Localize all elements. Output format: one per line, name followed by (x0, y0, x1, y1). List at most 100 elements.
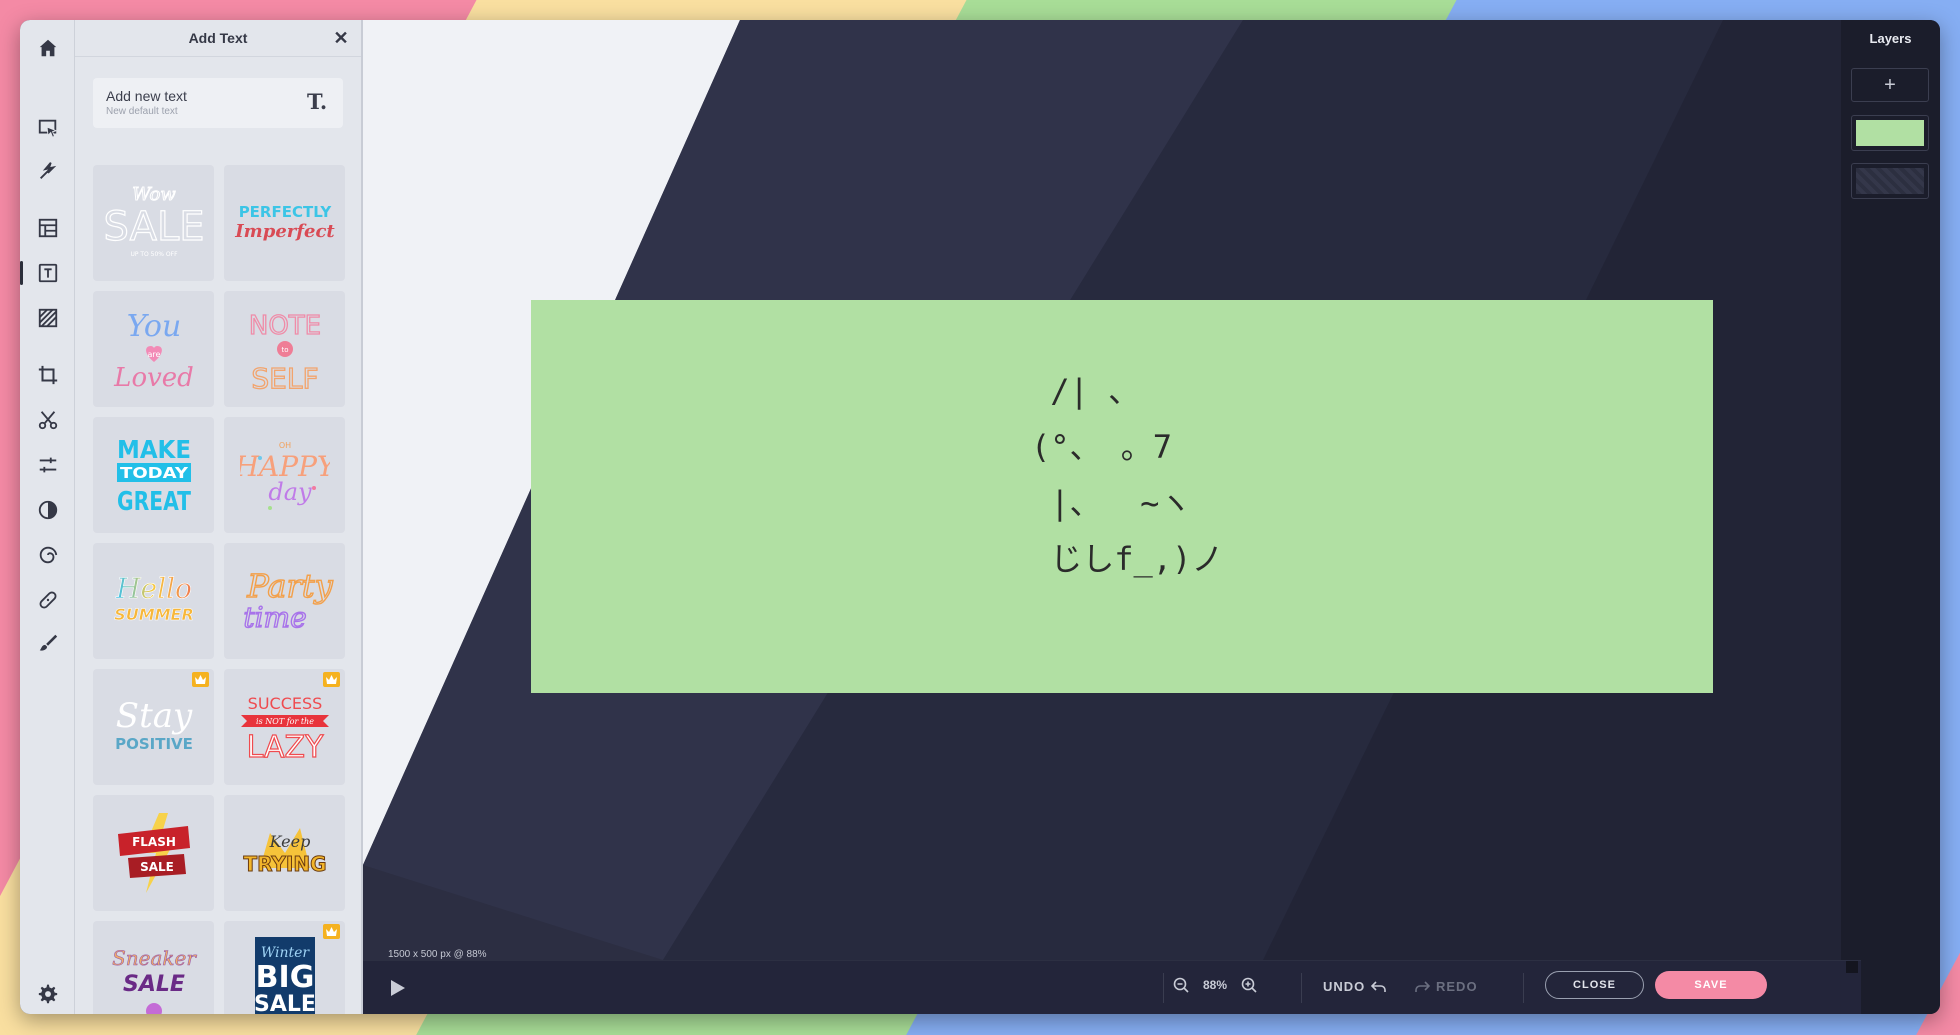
layers-panel: Layers + (1841, 20, 1940, 1014)
template-sneaker-sale[interactable]: Sneaker SALE (93, 921, 214, 1014)
crop-icon[interactable] (20, 355, 75, 395)
template-success-is-not-for-the-lazy[interactable]: SUCCESS is NOT for the LAZY (224, 669, 345, 785)
layers-title: Layers (1869, 31, 1912, 46)
premium-crown-icon (323, 924, 340, 939)
undo-button[interactable]: UNDO (1323, 979, 1387, 994)
svg-text:day: day (268, 478, 312, 506)
contrast-icon[interactable] (20, 490, 75, 530)
add-layer-button[interactable]: + (1851, 68, 1929, 102)
svg-text:time: time (243, 601, 306, 634)
svg-text:Imperfect: Imperfect (234, 221, 335, 242)
svg-text:PERFECTLY: PERFECTLY (238, 203, 332, 221)
redo-button[interactable]: REDO (1415, 979, 1478, 994)
close-icon[interactable]: ✕ (331, 28, 351, 48)
svg-text:SELF: SELF (251, 362, 318, 395)
template-perfectly-imperfect[interactable]: PERFECTLY Imperfect (224, 165, 345, 281)
divider (1523, 973, 1524, 1003)
template-note-to-self[interactable]: NOTE to SELF (224, 291, 345, 407)
sneaker-sale-art: Sneaker SALE (111, 946, 197, 1014)
layer-background-thumbnail[interactable] (1851, 163, 1929, 199)
svg-text:SUMMER: SUMMER (114, 605, 194, 624)
svg-text:SUCCESS: SUCCESS (247, 694, 322, 713)
template-party-time[interactable]: Party time (224, 543, 345, 659)
svg-text:POSITIVE: POSITIVE (115, 735, 193, 753)
gear-icon[interactable] (20, 974, 75, 1014)
svg-text:SALE: SALE (123, 972, 185, 997)
svg-text:MAKE: MAKE (117, 435, 191, 464)
text-template-grid: Wow SALE UP TO 50% OFF PERFECTLY Imperfe… (93, 165, 345, 1014)
add-new-text-button[interactable]: Add new text New default text T. (93, 78, 343, 128)
wow-sale-art: Wow SALE UP TO 50% OFF (104, 184, 204, 259)
ascii-line: |、 ~ヽ (1031, 484, 1192, 522)
template-oh-happy-day[interactable]: OH HAPPY day (224, 417, 345, 533)
svg-text:TODAY: TODAY (120, 464, 189, 482)
panel-header: Add Text ✕ (75, 20, 361, 57)
oh-happy-day-art: OH HAPPY day (240, 441, 330, 510)
svg-text:LAZY: LAZY (246, 730, 323, 765)
premium-crown-icon (323, 672, 340, 687)
svg-text:Keep: Keep (268, 832, 310, 851)
template-make-today-great[interactable]: MAKE TODAY GREAT (93, 417, 214, 533)
winter-big-sale-art: Winter BIG SALE 70% OFF (254, 937, 316, 1014)
svg-text:OH: OH (278, 441, 290, 450)
layer-text-thumbnail[interactable] (1851, 115, 1929, 151)
text-tool-icon[interactable] (20, 253, 75, 293)
premium-crown-icon (192, 672, 209, 687)
add-new-text-subtitle: New default text (106, 106, 178, 117)
template-stay-positive[interactable]: Stay POSITIVE (93, 669, 214, 785)
home-icon[interactable] (20, 28, 75, 68)
template-flash-sale[interactable]: FLASH SALE (93, 795, 214, 911)
ascii-line: (°、 。7 (1031, 428, 1173, 466)
layout-template-icon[interactable] (20, 208, 75, 248)
svg-text:BIG: BIG (255, 960, 314, 995)
template-you-are-loved[interactable]: You are Loved (93, 291, 214, 407)
brush-icon[interactable] (20, 623, 75, 663)
play-icon[interactable] (390, 979, 406, 997)
magic-wand-icon[interactable] (20, 151, 75, 191)
svg-text:Sneaker: Sneaker (112, 946, 197, 970)
zoom-value: 88% (1203, 978, 1228, 992)
ascii-art-text[interactable]: /| 、 (°、 。7 |、 ~ヽ じしf_,)ノ (1031, 363, 1223, 587)
bandage-retouch-icon[interactable] (20, 580, 75, 620)
svg-text:Wow: Wow (132, 184, 176, 205)
close-button[interactable]: CLOSE (1545, 971, 1644, 999)
ascii-line: /| 、 (1031, 372, 1141, 410)
editor-window: Add Text ✕ Add new text New default text… (20, 20, 1940, 1014)
save-button[interactable]: SAVE (1655, 971, 1767, 999)
add-new-text-label: Add new text (106, 88, 187, 104)
svg-text:SALE: SALE (254, 992, 316, 1014)
divider (1163, 973, 1164, 1003)
tool-rail (20, 20, 75, 1014)
success-lazy-art: SUCCESS is NOT for the LAZY (240, 694, 329, 766)
artboard[interactable]: /| 、 (°、 。7 |、 ~ヽ じしf_,)ノ (531, 300, 1713, 693)
spiral-effects-icon[interactable] (20, 535, 75, 575)
svg-text:You: You (126, 309, 181, 344)
perfectly-imperfect-art: PERFECTLY Imperfect (234, 203, 335, 242)
canvas-workspace[interactable]: /| 、(°、 。7 |、 ~ヽ じしf_,)ノ › (363, 20, 1861, 960)
zoom-controls: 88% (1173, 977, 1257, 993)
pointer-select-icon[interactable] (20, 108, 75, 148)
svg-text:GREAT: GREAT (117, 487, 191, 517)
zoom-in-icon[interactable] (1241, 977, 1257, 993)
svg-text:SALE: SALE (104, 204, 204, 250)
you-are-loved-art: You are Loved (113, 309, 194, 393)
sliders-adjust-icon[interactable] (20, 445, 75, 485)
scissors-icon[interactable] (20, 400, 75, 440)
svg-text:SALE: SALE (140, 860, 174, 874)
divider (1301, 973, 1302, 1003)
svg-text:Stay: Stay (115, 696, 192, 736)
party-time-art: Party time (242, 566, 334, 634)
zoom-out-icon[interactable] (1173, 977, 1189, 993)
template-wow-sale[interactable]: Wow SALE UP TO 50% OFF (93, 165, 214, 281)
resize-corner (1846, 961, 1858, 973)
canvas-size-info: 1500 x 500 px @ 88% (388, 949, 487, 960)
layer-background-preview (1856, 168, 1924, 194)
template-hello-summer[interactable]: Hello SUMMER (93, 543, 214, 659)
redo-label: REDO (1436, 979, 1478, 994)
template-winter-big-sale[interactable]: Winter BIG SALE 70% OFF (224, 921, 345, 1014)
panel-title: Add Text (188, 30, 248, 46)
layer-text-preview (1856, 120, 1924, 146)
texture-pattern-icon[interactable] (20, 298, 75, 338)
template-keep-trying[interactable]: Keep TRYING (224, 795, 345, 911)
svg-text:Winter: Winter (260, 945, 310, 961)
